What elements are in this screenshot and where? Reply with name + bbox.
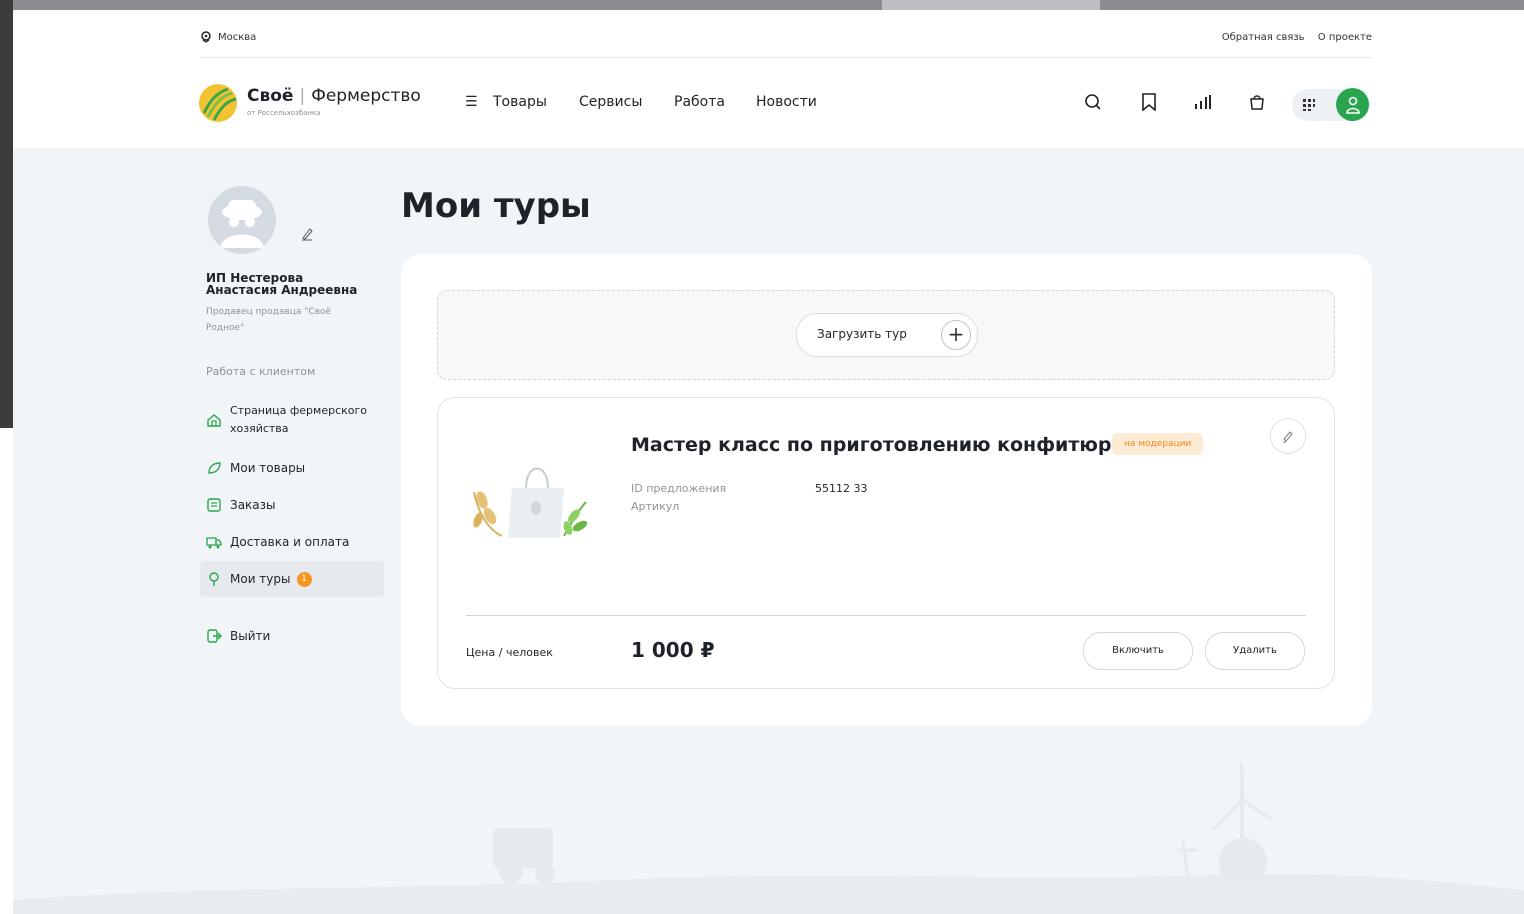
sidebar-item-orders[interactable]: Заказы — [200, 487, 384, 523]
count-badge: 1 — [296, 572, 312, 587]
user-name: ИП Нестерова Анастасия Андреевна — [206, 271, 358, 297]
sidebar-item-label-wrap: Мои туры 1 — [230, 570, 312, 588]
farm-landscape-illustration — [13, 761, 1524, 914]
sidebar-item-label: Страница фермерского хозяйства — [230, 404, 368, 435]
edit-tour-button[interactable] — [1270, 418, 1306, 454]
brand-subtitle: от Россельхозбанка — [247, 109, 321, 117]
nav-item-products[interactable]: Товары — [493, 94, 547, 110]
nav-item-work[interactable]: Работа — [674, 94, 725, 110]
truck-icon — [206, 537, 222, 549]
desktop-edge — [0, 0, 13, 428]
offer-id-label: ID предложения — [631, 482, 727, 495]
browser-tab[interactable] — [0, 0, 196, 10]
sidebar-item-my-tours[interactable]: Мои туры 1 — [200, 561, 384, 597]
logout-icon — [207, 629, 222, 643]
page-title: Мои туры — [401, 186, 591, 226]
desktop-edge — [0, 428, 13, 914]
brand-name[interactable]: Своё | Фермерство — [247, 86, 421, 106]
sidebar-section-title: Работа с клиентом — [206, 365, 316, 378]
enable-button[interactable]: Включить — [1083, 632, 1193, 670]
offer-id-value: 55112 33 — [815, 482, 868, 495]
brand-word: Своё — [247, 86, 294, 106]
logout-label: Выйти — [230, 629, 271, 643]
tour-bulb-icon — [209, 572, 219, 586]
sidebar-item-delivery[interactable]: Доставка и оплата — [200, 524, 384, 560]
sidebar-item-label: Заказы — [230, 498, 276, 512]
about-link[interactable]: О проекте — [1318, 32, 1372, 43]
shopping-bag-illustration — [473, 467, 588, 538]
site-header: Москва Обратная связь О проекте Своё | Фер… — [13, 10, 1524, 148]
document-icon — [207, 498, 221, 512]
sidebar-item-label: Мои туры — [230, 572, 291, 586]
sidebar-item-label: Доставка и оплата — [230, 535, 350, 549]
sidebar-item-farm-page[interactable]: Страница фермерского хозяйства — [200, 398, 384, 442]
leaf-icon — [208, 462, 221, 474]
upload-tour-button[interactable]: Загрузить тур + — [796, 313, 978, 357]
nav-item-services[interactable]: Сервисы — [579, 94, 642, 110]
feedback-link[interactable]: Обратная связь — [1222, 32, 1305, 43]
grid-icon[interactable] — [1297, 93, 1321, 117]
status-badge: на модерации — [1112, 433, 1204, 455]
nav-item-news[interactable]: Новости — [756, 94, 817, 110]
sidebar-item-my-products[interactable]: Мои товары — [200, 450, 384, 486]
farm-house-icon — [207, 414, 221, 427]
city-selector[interactable]: Москва — [218, 32, 256, 43]
plus-icon: + — [941, 320, 971, 350]
browser-tab-active[interactable] — [882, 0, 1100, 10]
top-bar: Москва Обратная связь О проекте — [200, 28, 1372, 58]
search-icon[interactable] — [1081, 90, 1105, 114]
top-links: Обратная связь О проекте — [1212, 32, 1372, 43]
browser-tab[interactable] — [1100, 0, 1524, 10]
sidebar-item-label: Мои товары — [230, 461, 306, 475]
pencil-icon — [1283, 431, 1293, 443]
tour-card[interactable]: Мастер класс по приготовлению конфитюра … — [437, 397, 1335, 689]
bookmark-icon[interactable] — [1137, 90, 1161, 114]
brand-separator: | — [299, 86, 306, 106]
price-value: 1 000 ₽ — [631, 638, 715, 662]
tours-panel: Загрузить тур + Мастер класс по приготов… — [401, 254, 1372, 726]
avatar[interactable] — [208, 186, 276, 254]
edit-avatar-icon[interactable] — [300, 227, 314, 241]
logout-button[interactable]: Выйти — [200, 618, 384, 654]
cart-icon[interactable] — [1245, 90, 1269, 114]
upload-tour-label: Загрузить тур — [817, 327, 907, 341]
brand-logo-icon[interactable] — [198, 83, 238, 123]
upload-dropzone[interactable]: Загрузить тур + — [437, 290, 1335, 380]
price-label: Цена / человек — [466, 646, 553, 659]
user-role: Продавец продавца "Своё Родное" — [206, 307, 331, 333]
delete-button[interactable]: Удалить — [1205, 632, 1305, 670]
stats-icon[interactable] — [1191, 90, 1215, 114]
location-pin-icon[interactable] — [200, 31, 212, 43]
article-label: Артикул — [631, 500, 680, 513]
browser-tab[interactable] — [196, 0, 882, 10]
tour-title[interactable]: Мастер класс по приготовлению конфитюра — [631, 434, 1124, 456]
user-profile-icon[interactable] — [1336, 88, 1369, 121]
menu-hamburger-icon[interactable]: ☰ — [465, 94, 478, 110]
divider — [466, 615, 1306, 616]
brand-product: Фермерство — [311, 86, 421, 106]
page: Москва Обратная связь О проекте Своё | Фер… — [13, 10, 1524, 914]
